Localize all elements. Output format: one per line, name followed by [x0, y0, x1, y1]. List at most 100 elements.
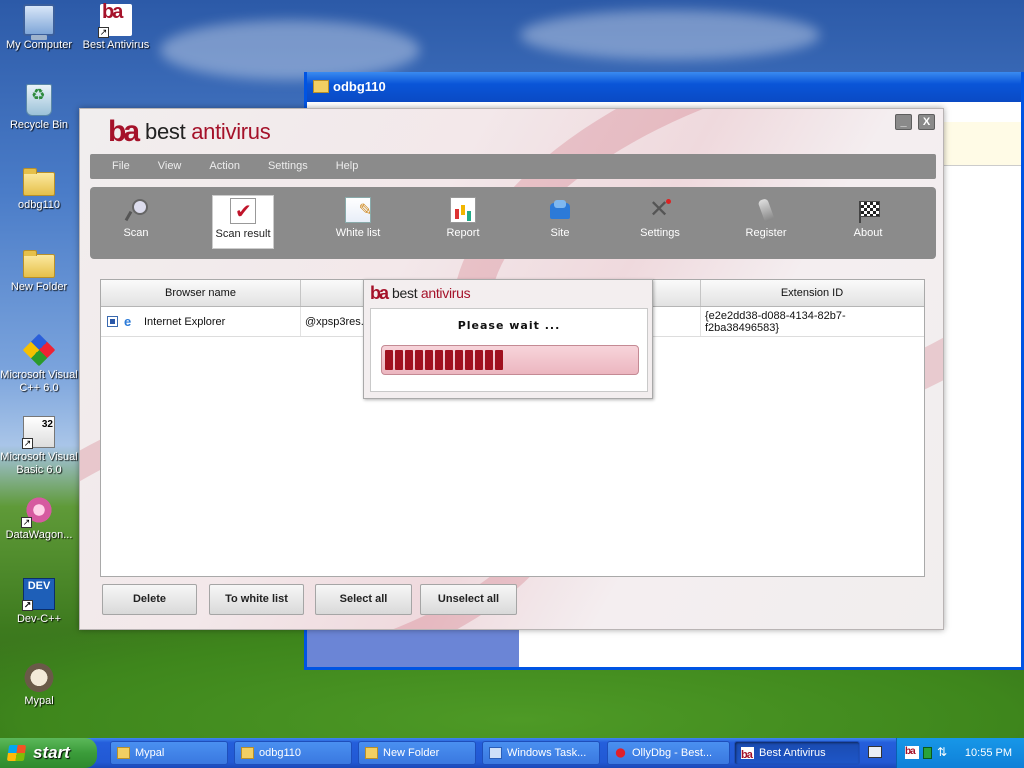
internet-explorer-icon: e: [124, 313, 132, 329]
magnifier-icon: [123, 197, 149, 223]
toolbar-scan-result-button[interactable]: Scan result: [212, 195, 274, 249]
task-mypal[interactable]: Mypal: [110, 741, 228, 765]
tray-best-antivirus-icon[interactable]: ba: [905, 746, 919, 759]
toolbar-label: Report: [446, 227, 480, 239]
tools-icon: [647, 195, 673, 224]
tray-green-icon[interactable]: [923, 747, 932, 759]
desktop-icon-label: Recycle Bin: [9, 119, 69, 131]
menu-file[interactable]: File: [112, 154, 130, 179]
desktop-icon-label: odbg110: [17, 199, 60, 211]
desktop-icon-vb[interactable]: ↗ Microsoft Visual Basic 6.0: [0, 416, 78, 477]
desktop-icon-label: Dev-C++: [16, 613, 62, 625]
logo-word-antivirus: antivirus: [417, 285, 471, 301]
close-button[interactable]: X: [918, 114, 935, 130]
progress-fill: [385, 350, 635, 370]
progress-segment: [405, 350, 413, 370]
desktop-icon-label: Microsoft Visual Basic 6.0: [0, 451, 78, 476]
progress-segment: [455, 350, 463, 370]
extension-id-line2: f2ba38496583}: [705, 321, 780, 334]
logo-text: best antivirus: [392, 285, 471, 301]
desktop-icon-msvc[interactable]: Microsoft Visual C++ 6.0: [0, 333, 78, 395]
keyboard-icon[interactable]: [868, 746, 882, 758]
toolbar-scan-button[interactable]: Scan: [105, 197, 167, 239]
toolbar-label: Settings: [640, 227, 680, 239]
toolbar-white-list-button[interactable]: White list: [327, 197, 389, 239]
progress-segment: [425, 350, 433, 370]
task-best-antivirus[interactable]: Best Antivirus: [734, 741, 860, 765]
start-button[interactable]: start: [0, 738, 97, 768]
menu-bar: File View Action Settings Help: [90, 154, 936, 179]
desktop-icon-mypal[interactable]: Mypal: [0, 660, 78, 708]
toolbar-label: Scan result: [215, 228, 271, 240]
odbg-window-band: [943, 122, 1021, 166]
minimize-button[interactable]: _: [895, 114, 912, 130]
shortcut-arrow-icon: ↗: [98, 27, 109, 38]
desktop-icon-best-antivirus[interactable]: ↗ Best Antivirus: [77, 4, 155, 52]
odbg-window-title[interactable]: odbg110: [307, 72, 1021, 102]
desktop-icon-label: Mypal: [24, 695, 54, 707]
cloud: [160, 20, 420, 80]
mypal-icon: [117, 747, 130, 759]
task-windows-task-manager[interactable]: Windows Task...: [482, 741, 600, 765]
clock[interactable]: 10:55 PM: [965, 738, 1012, 768]
delete-button[interactable]: Delete: [102, 584, 197, 615]
best-antivirus-icon: [741, 744, 754, 764]
progress-segment: [495, 350, 503, 370]
select-all-button[interactable]: Select all: [315, 584, 412, 615]
checklist-icon: [230, 198, 256, 224]
task-label: odbg110: [259, 747, 302, 759]
column-browser-name[interactable]: Browser name: [101, 280, 301, 306]
toolbar-label: Scan: [123, 227, 149, 239]
app-logo: ba best antivirus: [108, 117, 271, 147]
desktop-icon-devcpp[interactable]: DEV ↗ Dev-C++: [0, 578, 78, 626]
task-ollydbg[interactable]: OllyDbg - Best...: [607, 741, 730, 765]
toolbar-site-button[interactable]: Site: [529, 197, 591, 239]
toolbar-report-button[interactable]: Report: [432, 197, 494, 239]
desktop-icon-label: DataWagon...: [5, 529, 73, 541]
taskbar: start Mypal odbg110 New Folder Windows T…: [0, 738, 1024, 768]
desktop-icon-label: Best Antivirus: [82, 39, 150, 51]
menu-help[interactable]: Help: [336, 154, 359, 179]
progress-segment: [445, 350, 453, 370]
menu-settings[interactable]: Settings: [268, 154, 308, 179]
toolbar-settings-button[interactable]: Settings: [629, 195, 691, 239]
folder-icon: [241, 747, 254, 759]
extension-id-line1: {e2e2dd38-d088-4134-82b7-: [705, 309, 846, 322]
desktop-icon-label: My Computer: [5, 39, 73, 51]
menu-view[interactable]: View: [158, 154, 182, 179]
toolbar-label: White list: [335, 227, 381, 239]
desktop-icon-odbg110[interactable]: odbg110: [0, 166, 78, 212]
key-icon: [753, 197, 779, 223]
cloud: [520, 10, 820, 60]
progress-segment: [415, 350, 423, 370]
desktop-icon-recycle-bin[interactable]: Recycle Bin: [0, 84, 78, 132]
progress-bar: [381, 345, 639, 375]
to-white-list-button[interactable]: To white list: [209, 584, 304, 615]
task-label: Mypal: [135, 747, 165, 759]
shortcut-arrow-icon: ↗: [22, 438, 33, 449]
toolbar-about-button[interactable]: About: [837, 197, 899, 239]
progress-segment: [395, 350, 403, 370]
system-tray: ba ⇅ 10:55 PM: [896, 738, 1024, 768]
task-label: Windows Task...: [507, 747, 587, 759]
shortcut-arrow-icon: ↗: [21, 517, 32, 528]
row-checkbox[interactable]: [107, 316, 118, 327]
task-label: Best Antivirus: [759, 747, 826, 759]
toolbar-label: About: [853, 227, 883, 239]
chart-report-icon: [450, 197, 476, 223]
desktop-icon-my-computer[interactable]: My Computer: [0, 4, 78, 52]
toolbar-register-button[interactable]: Register: [735, 197, 797, 239]
wait-panel: Please wait ...: [370, 308, 648, 392]
task-odbg110[interactable]: odbg110: [234, 741, 352, 765]
menu-action[interactable]: Action: [209, 154, 240, 179]
desktop-icon-datawagon[interactable]: ↗ DataWagon...: [0, 494, 78, 542]
unselect-all-button[interactable]: Unselect all: [420, 584, 517, 615]
task-new-folder[interactable]: New Folder: [358, 741, 476, 765]
column-extension-id[interactable]: Extension ID: [701, 280, 923, 306]
tray-network-icon[interactable]: ⇅: [937, 746, 951, 759]
raccoon-icon: [23, 660, 55, 692]
logo-text: best antivirus: [145, 119, 271, 145]
task-label: New Folder: [383, 747, 440, 759]
desktop-icon-new-folder[interactable]: New Folder: [0, 248, 78, 294]
devcpp-icon: DEV ↗: [22, 578, 55, 611]
